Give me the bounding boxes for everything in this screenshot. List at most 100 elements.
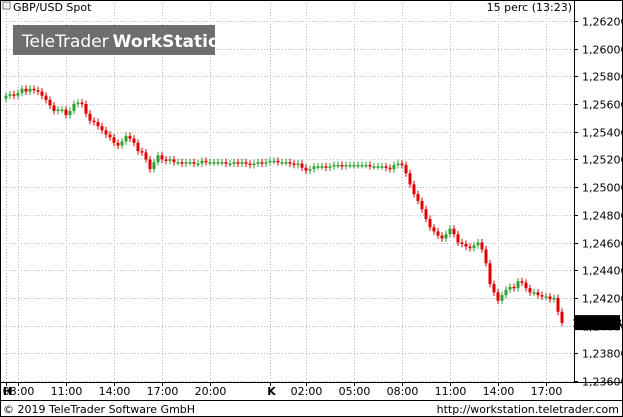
candle-body xyxy=(320,166,324,168)
candle-body xyxy=(64,109,68,116)
candle-body xyxy=(24,88,28,92)
candle-body xyxy=(332,164,336,167)
x-tick-label: 08:00 xyxy=(3,385,35,398)
y-tick-label: 1,24800 xyxy=(582,210,623,223)
candle-body xyxy=(376,166,380,168)
candle-body xyxy=(244,162,248,164)
x-tick-label: 11:00 xyxy=(51,385,83,398)
candle-body xyxy=(504,289,508,296)
candle-body xyxy=(356,164,360,167)
y-tick-label: 1,25000 xyxy=(582,182,623,195)
candle-body xyxy=(72,104,76,111)
y-tick-label: 1,23800 xyxy=(582,348,623,361)
candle-body xyxy=(480,242,484,250)
candle-body xyxy=(304,167,308,171)
y-tick-label: 1,24600 xyxy=(582,238,623,251)
x-tick-label: 11:00 xyxy=(435,385,467,398)
candle-body xyxy=(532,292,536,294)
candle-body xyxy=(540,295,544,297)
candle-body xyxy=(500,295,504,301)
candle-body xyxy=(348,164,352,167)
candle-body xyxy=(132,138,136,143)
candle-body xyxy=(472,245,476,249)
copyright-text: © 2019 TeleTrader Software GmbH xyxy=(3,403,195,416)
candle-body xyxy=(20,88,24,93)
website-link[interactable]: http://workstation.teletrader.com xyxy=(437,403,619,416)
candle-body xyxy=(428,218,432,228)
background xyxy=(0,0,623,417)
y-tick-label: 1,25600 xyxy=(582,99,623,112)
candle-body xyxy=(144,152,148,160)
candle-body xyxy=(32,88,36,91)
candle-body xyxy=(476,242,480,246)
candle-body xyxy=(524,282,528,289)
y-tick-label: 1,25800 xyxy=(582,71,623,84)
candle-body xyxy=(84,104,88,114)
candle-body xyxy=(404,164,408,174)
candle-body xyxy=(96,122,100,127)
candle-body xyxy=(492,284,496,293)
candle-body xyxy=(456,234,460,243)
candle-body xyxy=(240,162,244,164)
candle-body xyxy=(388,167,392,170)
y-tick-label: 1,24200 xyxy=(582,293,623,306)
candle-body xyxy=(4,95,8,99)
candle-body xyxy=(148,159,152,170)
candle-body xyxy=(128,135,132,139)
x-tick-label: 17:00 xyxy=(531,385,563,398)
candle-body xyxy=(252,163,256,166)
candle-body xyxy=(136,142,140,152)
candle-body xyxy=(272,160,276,163)
candle-body xyxy=(180,162,184,164)
candle-body xyxy=(384,166,388,168)
candle-body xyxy=(104,130,108,135)
candle-body xyxy=(172,159,176,163)
watermark-product: WorkStation xyxy=(113,32,232,52)
candle-body xyxy=(228,163,232,166)
candle-body xyxy=(560,311,564,323)
y-tick-label: 1,26200 xyxy=(582,16,623,29)
x-tick-label: 08:00 xyxy=(387,385,419,398)
candle-body xyxy=(88,113,92,121)
candle-body xyxy=(508,286,512,290)
candle-body xyxy=(528,288,532,293)
candle-body xyxy=(408,173,412,185)
candle-body xyxy=(28,88,32,92)
candle-body xyxy=(264,162,268,164)
y-tick-label: 1,25400 xyxy=(582,127,623,140)
candle-body xyxy=(412,184,416,195)
candle-body xyxy=(432,227,436,232)
candle-body xyxy=(212,162,216,164)
chart-frame: 1,26200 1,26000 1,25800 1,25600 1,25400 1,252… xyxy=(0,0,623,417)
candle-body xyxy=(204,160,208,163)
candle-body xyxy=(336,164,340,167)
candle-body xyxy=(292,163,296,166)
candle-body xyxy=(340,164,344,167)
candle-body xyxy=(308,169,312,171)
candle-body xyxy=(256,162,260,164)
y-tick-label: 1,26000 xyxy=(582,44,623,57)
candle-body xyxy=(300,163,304,168)
candle-body xyxy=(100,126,104,131)
last-price-badge: 1,24018 xyxy=(572,315,622,331)
candle-body xyxy=(380,166,384,168)
candle-body xyxy=(68,110,72,116)
watermark-text: TeleTrader WorkStation xyxy=(21,32,232,52)
candle-body xyxy=(260,162,264,164)
candle-body xyxy=(520,281,524,283)
candle-body xyxy=(440,235,444,239)
candle-body xyxy=(400,163,404,166)
candle-body xyxy=(248,163,252,166)
candle-body xyxy=(516,281,520,289)
candle-body xyxy=(36,90,40,92)
y-tick-label: 1,24400 xyxy=(582,265,623,278)
candle-body xyxy=(556,297,560,312)
candle-body xyxy=(40,91,44,96)
candle-body xyxy=(92,120,96,123)
candle-body xyxy=(48,99,52,106)
candle-body xyxy=(328,166,332,168)
candle-body xyxy=(76,102,80,105)
candle-body xyxy=(152,162,156,170)
candle-body xyxy=(12,94,16,96)
candle-body xyxy=(436,231,440,236)
